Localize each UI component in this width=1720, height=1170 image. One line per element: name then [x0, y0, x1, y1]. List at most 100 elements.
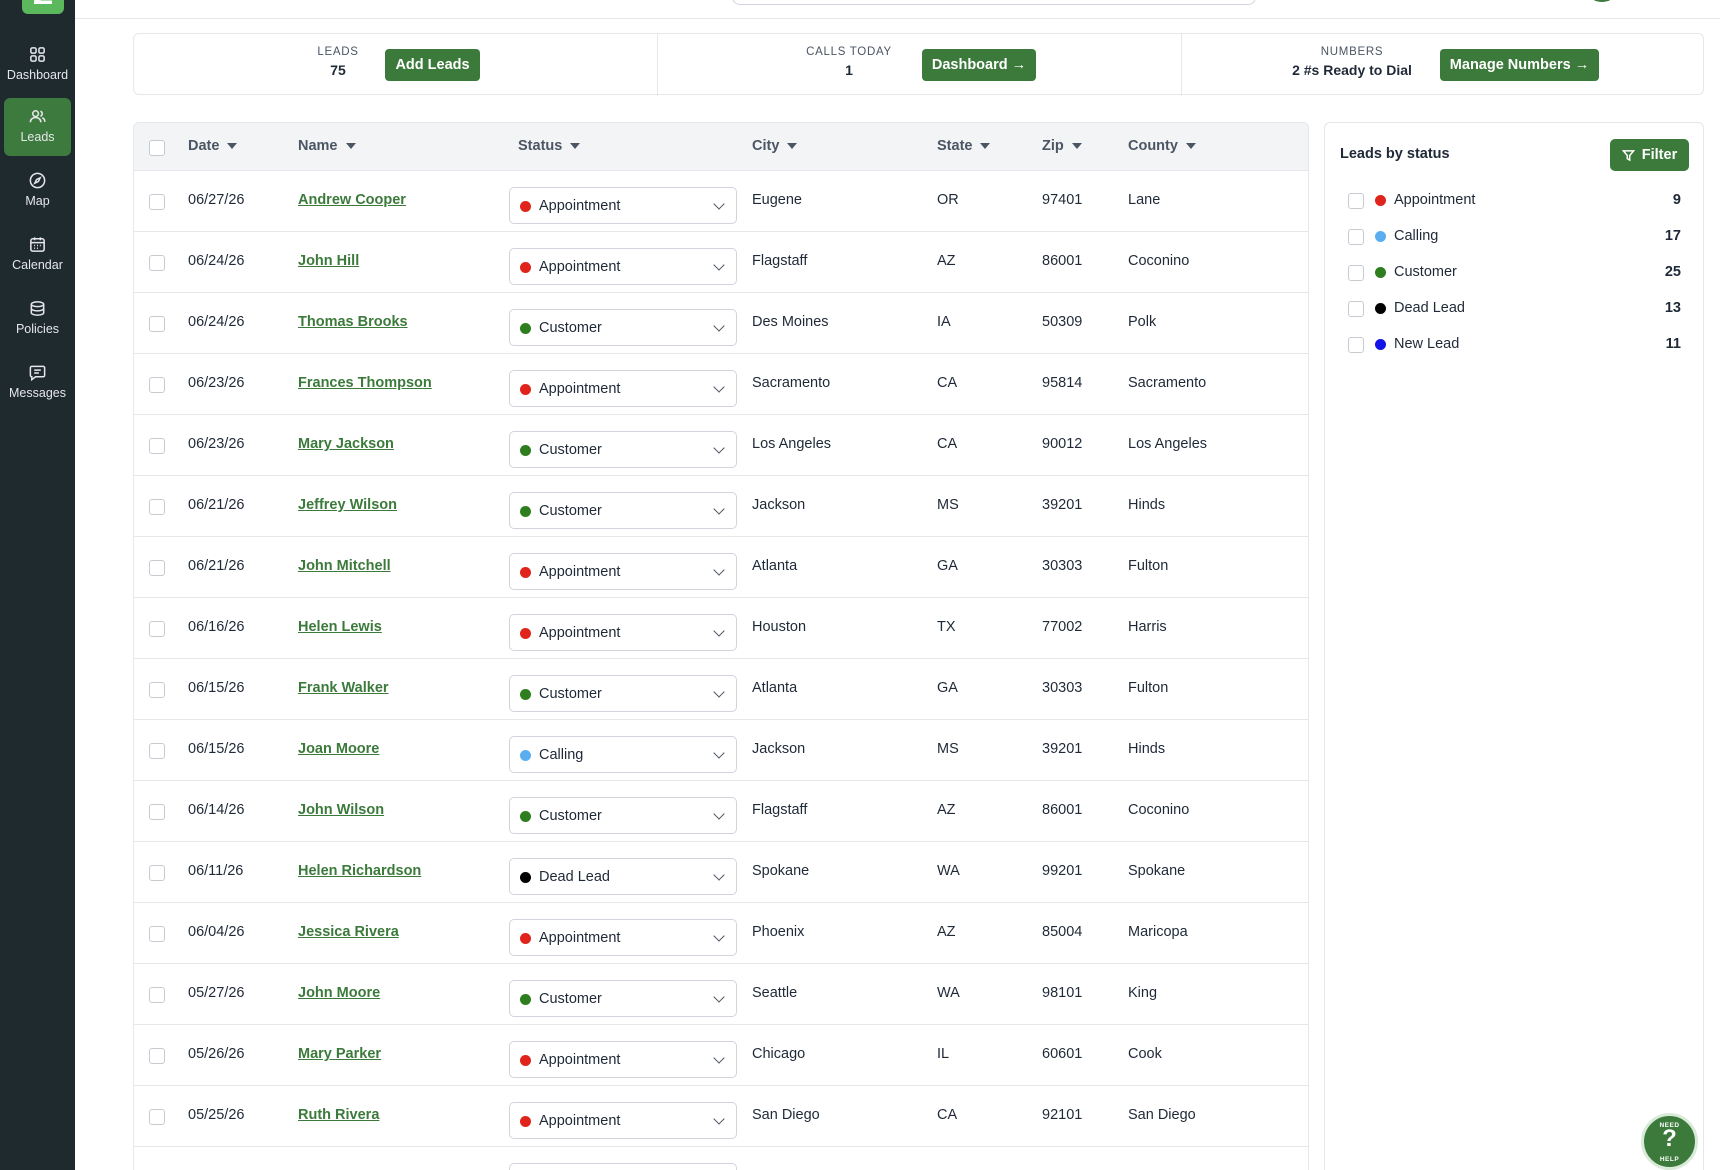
column-header-label: Date	[188, 138, 220, 154]
sidebar-item-leads[interactable]: Leads	[4, 98, 71, 156]
select-all-checkbox[interactable]	[149, 140, 165, 156]
status-filter-checkbox[interactable]	[1348, 337, 1364, 353]
chevron-down-icon	[713, 198, 725, 210]
app-logo[interactable]	[22, 0, 64, 14]
status-select[interactable]: Appointment	[509, 370, 737, 407]
column-header-city[interactable]: City	[752, 138, 798, 154]
county-cell: Polk	[1128, 314, 1157, 330]
table-header: Date Name Status City State Zip County	[134, 123, 1308, 171]
row-checkbox[interactable]	[149, 621, 165, 637]
calls-today-label: CALLS TODAY	[806, 46, 892, 58]
avatar[interactable]	[1587, 0, 1617, 2]
sidebar-item-policies[interactable]: Policies	[4, 290, 71, 346]
lead-name-link[interactable]: Andrew Cooper	[298, 192, 406, 208]
chevron-down-icon	[713, 320, 725, 332]
sidebar-item-calendar[interactable]: Calendar	[4, 226, 71, 282]
status-select[interactable]: Customer	[509, 492, 737, 529]
row-checkbox[interactable]	[149, 1109, 165, 1125]
status-select[interactable]: Customer	[509, 309, 737, 346]
row-checkbox[interactable]	[149, 1048, 165, 1064]
dashboard-button[interactable]: Dashboard →	[922, 49, 1036, 81]
row-checkbox[interactable]	[149, 743, 165, 759]
status-select[interactable]: Appointment	[509, 187, 737, 224]
status-select[interactable]: Appointment	[509, 1041, 737, 1078]
lead-name-link[interactable]: Mary Jackson	[298, 436, 394, 452]
sidebar-item-map[interactable]: Map	[4, 162, 71, 218]
lead-name-link[interactable]: Thomas Brooks	[298, 314, 408, 330]
lead-name-link[interactable]: Ruth Rivera	[298, 1107, 379, 1123]
status-filter-checkbox[interactable]	[1348, 265, 1364, 281]
row-checkbox[interactable]	[149, 865, 165, 881]
row-checkbox[interactable]	[149, 560, 165, 576]
status-select[interactable]: Appointment	[509, 614, 737, 651]
column-header-status[interactable]: Status	[518, 138, 581, 154]
date-cell: 06/15/26	[188, 680, 245, 696]
sidebar-item-label: Calendar	[12, 258, 63, 272]
lead-name-link[interactable]: Frances Thompson	[298, 375, 432, 391]
state-cell: CA	[937, 1107, 958, 1123]
state-cell: TX	[937, 619, 956, 635]
status-dot-icon	[1375, 303, 1386, 314]
zip-cell: 90012	[1042, 436, 1083, 452]
state-cell: MS	[937, 497, 959, 513]
help-button[interactable]: NEED ? HELP	[1641, 1113, 1698, 1170]
status-select[interactable]: Appointment	[509, 248, 737, 285]
status-value: Dead Lead	[539, 869, 610, 885]
row-checkbox[interactable]	[149, 682, 165, 698]
status-select[interactable]: Customer	[509, 431, 737, 468]
status-select[interactable]: Appointment	[509, 919, 737, 956]
panel-title: Leads by status	[1340, 146, 1450, 162]
status-select[interactable]: Customer	[509, 980, 737, 1017]
add-leads-button[interactable]: Add Leads	[385, 49, 480, 81]
lead-name-link[interactable]: John Moore	[298, 985, 380, 1001]
lead-name-link[interactable]: John Mitchell	[298, 558, 391, 574]
sidebar-item-messages[interactable]: Messages	[4, 354, 71, 410]
lead-name-link[interactable]: John Hill	[298, 253, 359, 269]
lead-name-link[interactable]: Joan Moore	[298, 741, 379, 757]
status-filter-checkbox[interactable]	[1348, 229, 1364, 245]
row-checkbox[interactable]	[149, 987, 165, 1003]
column-header-state[interactable]: State	[937, 138, 991, 154]
state-cell: AZ	[937, 924, 956, 940]
status-select[interactable]: Customer	[509, 797, 737, 834]
search-input[interactable]	[732, 0, 1256, 5]
lead-name-link[interactable]: Helen Lewis	[298, 619, 382, 635]
row-checkbox[interactable]	[149, 255, 165, 271]
status-filter-checkbox[interactable]	[1348, 301, 1364, 317]
status-select[interactable]: Dead Lead	[509, 858, 737, 895]
row-checkbox[interactable]	[149, 194, 165, 210]
column-header-date[interactable]: Date	[188, 138, 238, 154]
lead-name-link[interactable]: Jeffrey Wilson	[298, 497, 397, 513]
sidebar-item-dashboard[interactable]: Dashboard	[4, 36, 71, 92]
column-header-label: State	[937, 138, 973, 154]
status-select[interactable]: Calling	[509, 736, 737, 773]
filter-button[interactable]: Filter	[1610, 139, 1689, 171]
chevron-down-icon	[713, 503, 725, 515]
filter-button-label: Filter	[1641, 147, 1678, 163]
lead-name-link[interactable]: Helen Richardson	[298, 863, 421, 879]
status-select[interactable]: Customer	[509, 675, 737, 712]
row-checkbox[interactable]	[149, 499, 165, 515]
message-icon	[28, 362, 48, 382]
status-select[interactable]: Appointment	[509, 553, 737, 590]
stats-divider	[657, 34, 658, 96]
leads-stat: LEADS 75	[288, 46, 388, 78]
row-checkbox[interactable]	[149, 316, 165, 332]
table-row: 06/24/26 Thomas Brooks Customer Des Moin…	[134, 293, 1308, 354]
row-checkbox[interactable]	[149, 438, 165, 454]
status-filter-checkbox[interactable]	[1348, 193, 1364, 209]
status-select[interactable]	[509, 1163, 737, 1170]
status-select[interactable]: Appointment	[509, 1102, 737, 1139]
lead-name-link[interactable]: Jessica Rivera	[298, 924, 399, 940]
column-header-county[interactable]: County	[1128, 138, 1196, 154]
column-header-name[interactable]: Name	[298, 138, 356, 154]
lead-name-link[interactable]: John Wilson	[298, 802, 384, 818]
row-checkbox[interactable]	[149, 804, 165, 820]
row-checkbox[interactable]	[149, 377, 165, 393]
column-header-zip[interactable]: Zip	[1042, 138, 1082, 154]
lead-name-link[interactable]: Mary Parker	[298, 1046, 381, 1062]
manage-numbers-button[interactable]: Manage Numbers →	[1440, 49, 1599, 81]
status-dot-icon	[520, 811, 531, 822]
lead-name-link[interactable]: Frank Walker	[298, 680, 389, 696]
row-checkbox[interactable]	[149, 926, 165, 942]
